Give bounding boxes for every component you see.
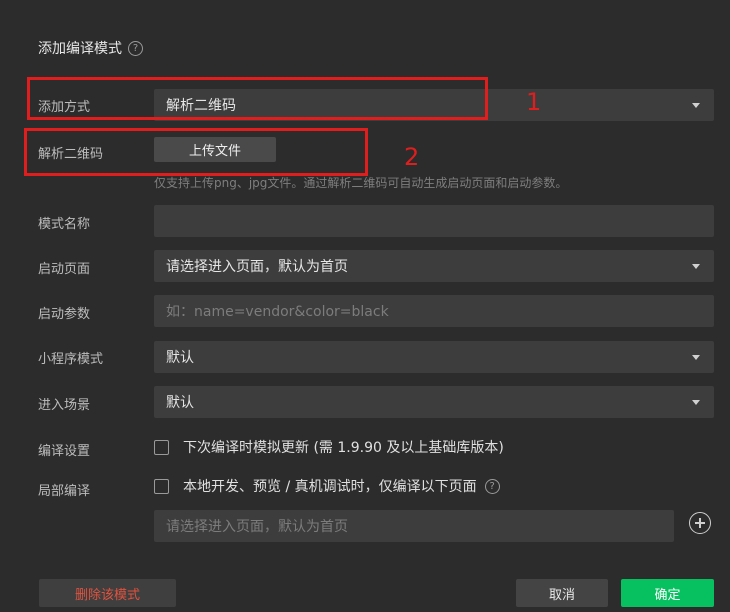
simulate-update-text: 下次编译时模拟更新 (需 1.9.90 及以上基础库版本) bbox=[183, 440, 504, 456]
annotation-box-1 bbox=[27, 77, 488, 120]
question-circle-icon[interactable]: ? bbox=[128, 40, 143, 56]
cancel-button[interactable]: 取消 bbox=[516, 579, 608, 607]
annotation-box-2 bbox=[24, 128, 368, 176]
start-page-select[interactable]: 请选择进入页面，默认为首页 bbox=[154, 250, 714, 282]
start-page-placeholder: 请选择进入页面，默认为首页 bbox=[166, 259, 348, 275]
scene-select[interactable]: 默认 bbox=[154, 386, 714, 418]
scene-value: 默认 bbox=[166, 395, 194, 411]
partial-compile-page-placeholder: 请选择进入页面，默认为首页 bbox=[166, 519, 348, 535]
add-page-plus-icon[interactable] bbox=[689, 512, 711, 534]
simulate-update-option[interactable]: 下次编译时模拟更新 (需 1.9.90 及以上基础库版本) bbox=[154, 437, 504, 457]
start-page-label: 启动页面 bbox=[38, 262, 91, 277]
caret-down-icon bbox=[692, 103, 700, 108]
simulate-update-checkbox[interactable] bbox=[154, 439, 169, 455]
dialog-title-text: 添加编译模式 bbox=[38, 41, 122, 57]
caret-down-icon bbox=[692, 355, 700, 360]
start-params-input[interactable]: 如：name=vendor&color=black bbox=[154, 295, 714, 327]
mini-mode-value: 默认 bbox=[166, 350, 194, 366]
partial-compile-label: 局部编译 bbox=[38, 484, 91, 499]
start-params-label: 启动参数 bbox=[38, 307, 91, 322]
parse-qr-hint: 仅支持上传png、jpg文件。通过解析二维码可自动生成启动页面和启动参数。 bbox=[154, 176, 568, 190]
annotation-number-1: 1 bbox=[526, 88, 542, 116]
question-circle-icon[interactable]: ? bbox=[484, 478, 500, 494]
partial-compile-checkbox[interactable] bbox=[154, 478, 169, 494]
compile-settings-label: 编译设置 bbox=[38, 444, 91, 459]
mode-name-input[interactable] bbox=[154, 205, 714, 237]
caret-down-icon bbox=[692, 264, 700, 269]
confirm-button[interactable]: 确定 bbox=[621, 579, 714, 607]
dialog-title: 添加编译模式 ? bbox=[38, 38, 143, 58]
mini-mode-select[interactable]: 默认 bbox=[154, 341, 714, 373]
scene-label: 进入场景 bbox=[38, 398, 91, 413]
mode-name-label: 模式名称 bbox=[38, 217, 91, 232]
delete-mode-button[interactable]: 删除该模式 bbox=[39, 579, 176, 607]
partial-compile-page-input[interactable]: 请选择进入页面，默认为首页 bbox=[154, 510, 674, 542]
partial-compile-option[interactable]: 本地开发、预览 / 真机调试时，仅编译以下页面 ? bbox=[154, 476, 500, 496]
start-params-placeholder: 如：name=vendor&color=black bbox=[166, 304, 389, 320]
caret-down-icon bbox=[692, 400, 700, 405]
add-compile-mode-dialog: 添加编译模式 ? 添加方式 解析二维码 解析二维码 上传文件 仅支持上传png、… bbox=[0, 0, 730, 612]
partial-compile-text: 本地开发、预览 / 真机调试时，仅编译以下页面 bbox=[183, 479, 477, 495]
mini-mode-label: 小程序模式 bbox=[38, 352, 104, 367]
annotation-number-2: 2 bbox=[404, 143, 420, 171]
